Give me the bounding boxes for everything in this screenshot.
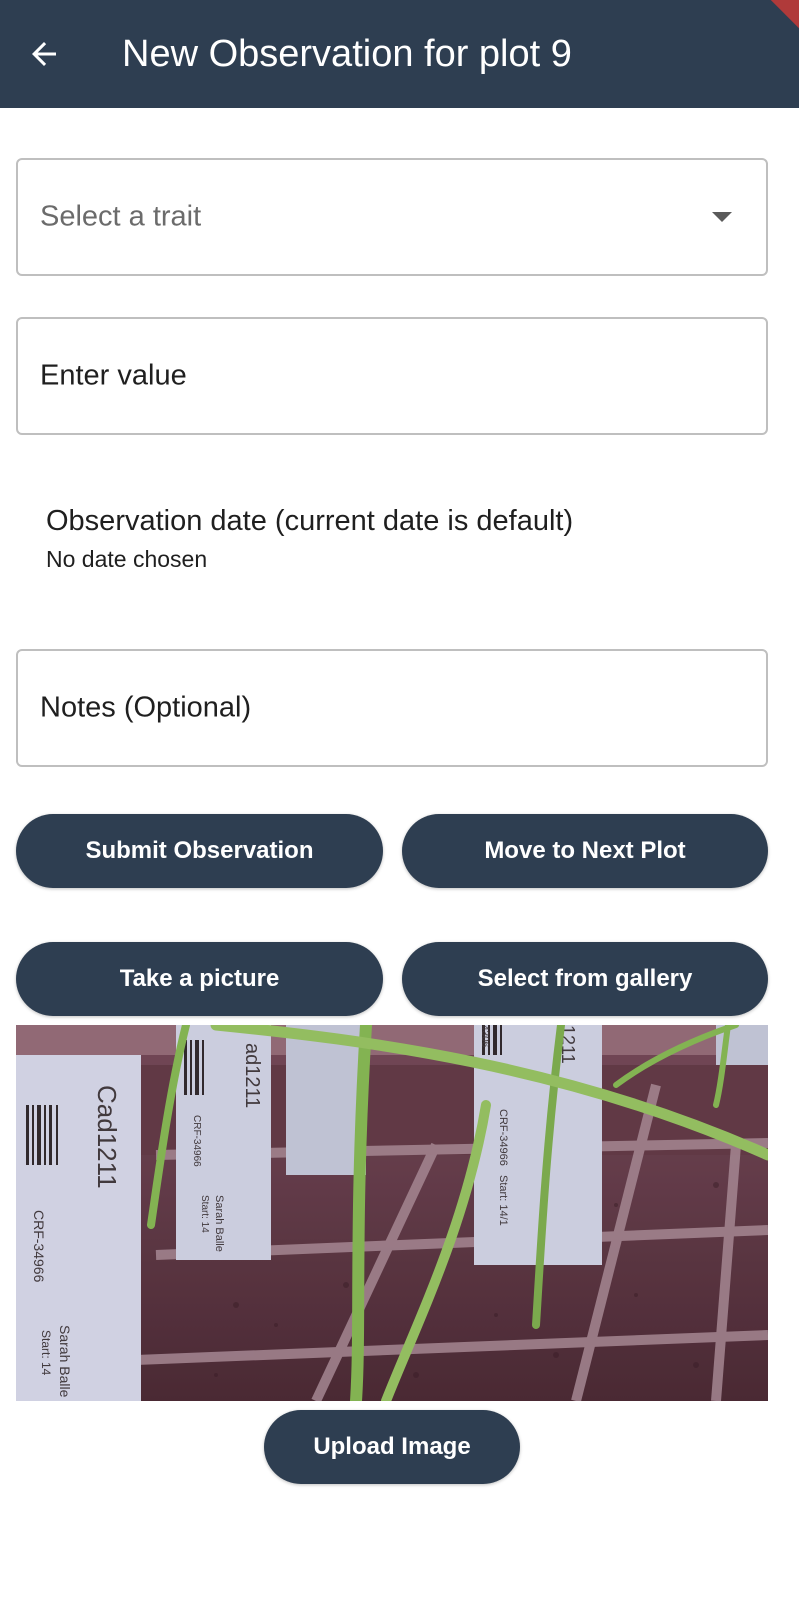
observation-date-label: Observation date (current date is defaul… xyxy=(46,505,574,537)
caret-down-icon xyxy=(712,212,732,222)
image-preview: Cad1211 CRF-34966 Sarah Balle Start: 14 … xyxy=(16,1025,768,1401)
trait-select[interactable]: Select a trait xyxy=(16,158,768,276)
upload-image-button[interactable]: Upload Image xyxy=(264,1410,520,1484)
value-input-placeholder: Enter value xyxy=(40,359,187,392)
debug-banner xyxy=(757,0,799,29)
app-bar: New Observation for plot 9 xyxy=(0,0,799,108)
notes-input[interactable]: Notes (Optional) xyxy=(16,649,768,767)
next-plot-button[interactable]: Move to Next Plot xyxy=(402,814,768,888)
app-screen: New Observation for plot 9 Select a trai… xyxy=(0,0,799,1600)
back-button[interactable] xyxy=(16,26,72,82)
arrow-left-icon xyxy=(32,42,56,66)
take-picture-button[interactable]: Take a picture xyxy=(16,942,383,1016)
trait-select-placeholder: Select a trait xyxy=(40,200,202,233)
notes-input-placeholder: Notes (Optional) xyxy=(40,691,252,724)
observation-date[interactable]: Observation date (current date is defaul… xyxy=(46,502,573,574)
value-input[interactable]: Enter value xyxy=(16,317,768,435)
select-gallery-button[interactable]: Select from gallery xyxy=(402,942,768,1016)
submit-observation-button[interactable]: Submit Observation xyxy=(16,814,383,888)
seedling-photo: Cad1211 CRF-34966 Sarah Balle Start: 14 … xyxy=(16,1025,768,1401)
observation-date-status: No date chosen xyxy=(46,546,208,572)
page-title: New Observation for plot 9 xyxy=(122,33,572,75)
